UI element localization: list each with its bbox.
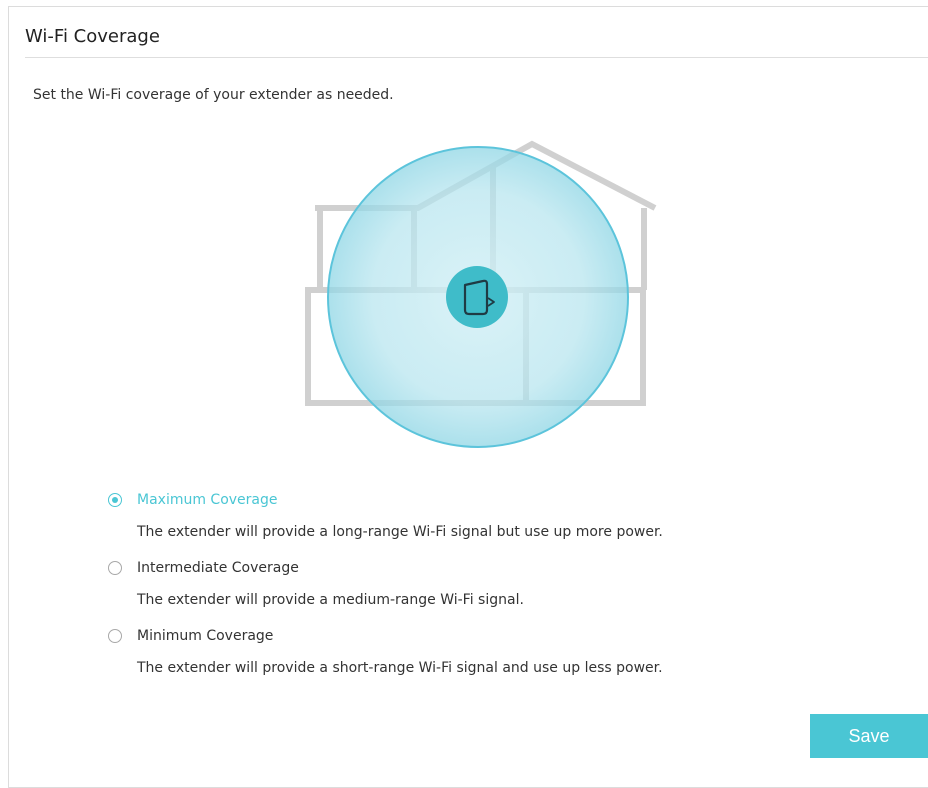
intro-text: Set the Wi-Fi coverage of your extender … [33,87,394,103]
option-intermediate-coverage[interactable]: Intermediate Coverage The extender will … [108,559,808,629]
radio-intermediate-coverage[interactable] [108,561,122,575]
radio-maximum-coverage[interactable] [108,493,122,507]
extender-icon [446,266,508,328]
radio-minimum-coverage[interactable] [108,629,122,643]
option-label[interactable]: Minimum Coverage [137,627,273,645]
option-maximum-coverage[interactable]: Maximum Coverage The extender will provi… [108,491,808,561]
option-label[interactable]: Intermediate Coverage [137,559,299,577]
option-description: The extender will provide a medium-range… [137,592,524,608]
coverage-illustration [305,140,657,448]
save-button[interactable]: Save [810,714,928,758]
option-description: The extender will provide a short-range … [137,660,663,676]
coverage-options: Maximum Coverage The extender will provi… [108,491,808,697]
page-title: Wi-Fi Coverage [25,26,160,47]
option-label[interactable]: Maximum Coverage [137,491,278,509]
option-description: The extender will provide a long-range W… [137,524,663,540]
option-minimum-coverage[interactable]: Minimum Coverage The extender will provi… [108,627,808,697]
title-divider [25,57,928,58]
